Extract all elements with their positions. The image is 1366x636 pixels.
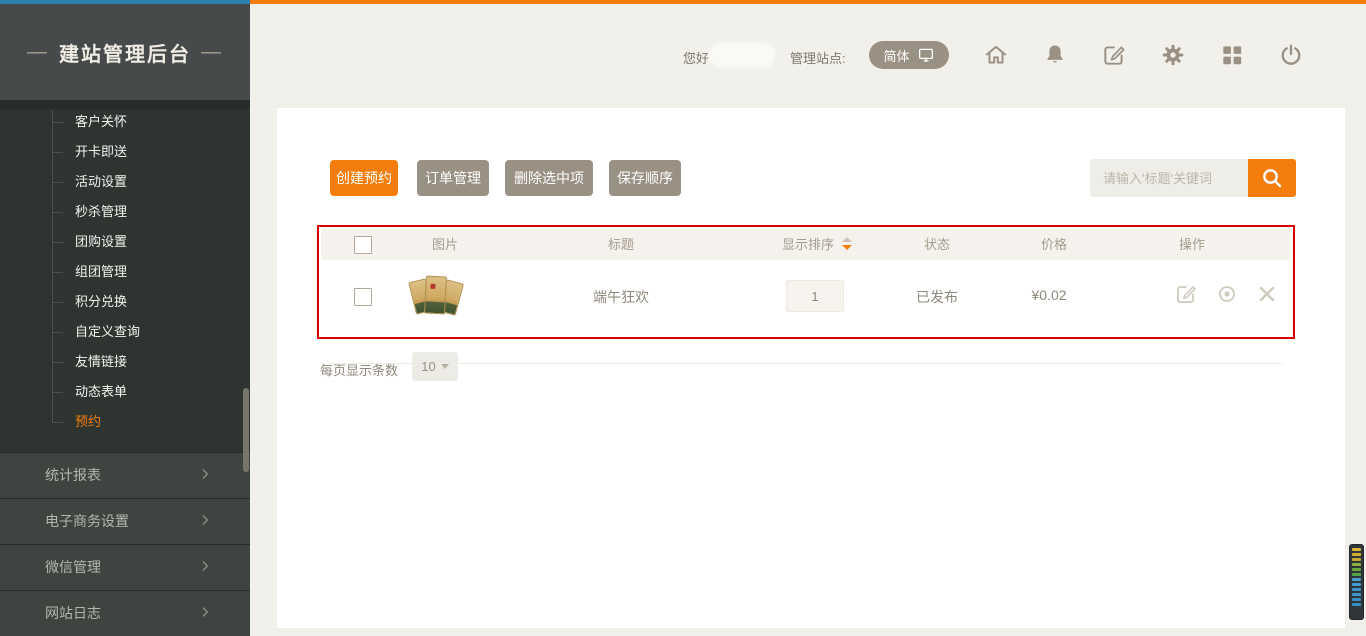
col-header-title: 标题 (608, 229, 634, 260)
col-header-image: 图片 (432, 229, 458, 260)
sidebar-section-wechat[interactable]: 微信管理 (0, 544, 250, 590)
header-checkbox-cell (354, 229, 372, 260)
col-header-price: 价格 (1041, 229, 1067, 260)
sidebar-submenu: 客户关怀 开卡即送 活动设置 秒杀管理 团购设置 组团管理 积分兑换 自定义查询… (0, 107, 250, 437)
select-all-checkbox[interactable] (354, 236, 372, 254)
create-reservation-button[interactable]: 创建预约 (330, 160, 398, 196)
sidebar-sections: 统计报表 电子商务设置 微信管理 网站日志 (0, 452, 250, 636)
power-icon[interactable] (1278, 42, 1304, 68)
row-title: 端午狂欢 (593, 287, 649, 307)
product-image[interactable] (408, 273, 482, 319)
save-order-button[interactable]: 保存顺序 (609, 160, 681, 196)
sidebar-section-stats[interactable]: 统计报表 (0, 452, 250, 498)
sidebar-section-site-log[interactable]: 网站日志 (0, 590, 250, 636)
row-edit-icon[interactable] (1174, 282, 1198, 306)
section-label: 统计报表 (45, 467, 101, 483)
search-icon (1260, 166, 1284, 190)
bell-icon[interactable] (1042, 42, 1068, 68)
col-header-status: 状态 (924, 229, 950, 260)
home-icon[interactable] (983, 42, 1009, 68)
row-status: 已发布 (916, 287, 958, 307)
app-title: 建站管理后台 (59, 38, 191, 67)
sidebar-item-group-buy[interactable]: 团购设置 (0, 227, 250, 257)
row-price: ¥0.02 (1031, 287, 1066, 303)
order-manage-button[interactable]: 订单管理 (417, 160, 489, 196)
col-header-sort: 显示排序 (782, 229, 834, 260)
gear-icon[interactable] (1160, 42, 1186, 68)
sidebar-item-reservation[interactable]: 预约 (0, 407, 250, 437)
chevron-right-icon (198, 513, 212, 527)
delete-selected-button[interactable]: 删除选中项 (505, 160, 593, 196)
sidebar: — 建站管理后台 — 客户关怀 开卡即送 活动设置 秒杀管理 团购设置 组团管理… (0, 4, 250, 628)
app-logo: — 建站管理后台 — (0, 4, 250, 100)
section-label: 电子商务设置 (45, 513, 129, 529)
per-page-select[interactable]: 10 (412, 352, 458, 381)
grid-icon[interactable] (1219, 42, 1245, 68)
row-checkbox-cell (354, 288, 372, 309)
monitor-icon (917, 46, 935, 64)
chevron-right-icon (198, 559, 212, 573)
table-row: 端午狂欢 已发布 ¥0.02 (321, 260, 1290, 332)
per-page-label: 每页显示条数 (320, 360, 398, 379)
username-redacted (710, 44, 774, 66)
equalizer-widget[interactable] (1349, 544, 1364, 620)
logo-dash-right: — (201, 41, 223, 64)
sidebar-item-friend-links[interactable]: 友情链接 (0, 347, 250, 377)
sidebar-item-custom-query[interactable]: 自定义查询 (0, 317, 250, 347)
sort-arrows (842, 237, 852, 250)
sidebar-item-points-exchange[interactable]: 积分兑换 (0, 287, 250, 317)
sidebar-item-dynamic-forms[interactable]: 动态表单 (0, 377, 250, 407)
col-header-actions: 操作 (1179, 229, 1205, 260)
section-label: 微信管理 (45, 559, 101, 575)
sidebar-item-customer-care[interactable]: 客户关怀 (0, 107, 250, 137)
chevron-down-icon (441, 364, 449, 369)
row-checkbox[interactable] (354, 288, 372, 306)
table-highlight-box: 图片 标题 显示排序 状态 价格 操作 端午狂欢 已发布 ¥0.02 (317, 225, 1295, 339)
row-sort-input[interactable] (786, 280, 844, 312)
greeting-text: 您好 (683, 48, 709, 67)
row-delete-icon[interactable] (1255, 282, 1279, 306)
row-view-icon[interactable] (1215, 282, 1239, 306)
logo-dash-left: — (27, 41, 49, 64)
chevron-right-icon (198, 605, 212, 619)
sidebar-section-ecommerce[interactable]: 电子商务设置 (0, 498, 250, 544)
manage-site-label: 管理站点: (790, 48, 846, 67)
sidebar-item-flash-sale[interactable]: 秒杀管理 (0, 197, 250, 227)
sort-asc-icon[interactable] (842, 237, 852, 242)
section-label: 网站日志 (45, 605, 101, 621)
search-input[interactable] (1090, 159, 1248, 197)
sidebar-item-activity-settings[interactable]: 活动设置 (0, 167, 250, 197)
gift-bag-graphic (424, 275, 447, 314)
language-pill-button[interactable]: 简体 (869, 41, 949, 69)
edit-icon[interactable] (1101, 42, 1127, 68)
language-pill-label: 简体 (883, 46, 909, 65)
sidebar-item-card-gift[interactable]: 开卡即送 (0, 137, 250, 167)
table-header-row: 图片 标题 显示排序 状态 价格 操作 (321, 229, 1290, 260)
topbar-orange-strip (250, 0, 1366, 4)
sidebar-scrollbar-thumb[interactable] (243, 388, 249, 472)
sort-desc-icon[interactable] (842, 245, 852, 250)
search-button[interactable] (1248, 159, 1296, 197)
per-page-value: 10 (421, 359, 435, 374)
sidebar-item-team-manage[interactable]: 组团管理 (0, 257, 250, 287)
chevron-right-icon (198, 467, 212, 481)
row-divider (329, 363, 1282, 364)
